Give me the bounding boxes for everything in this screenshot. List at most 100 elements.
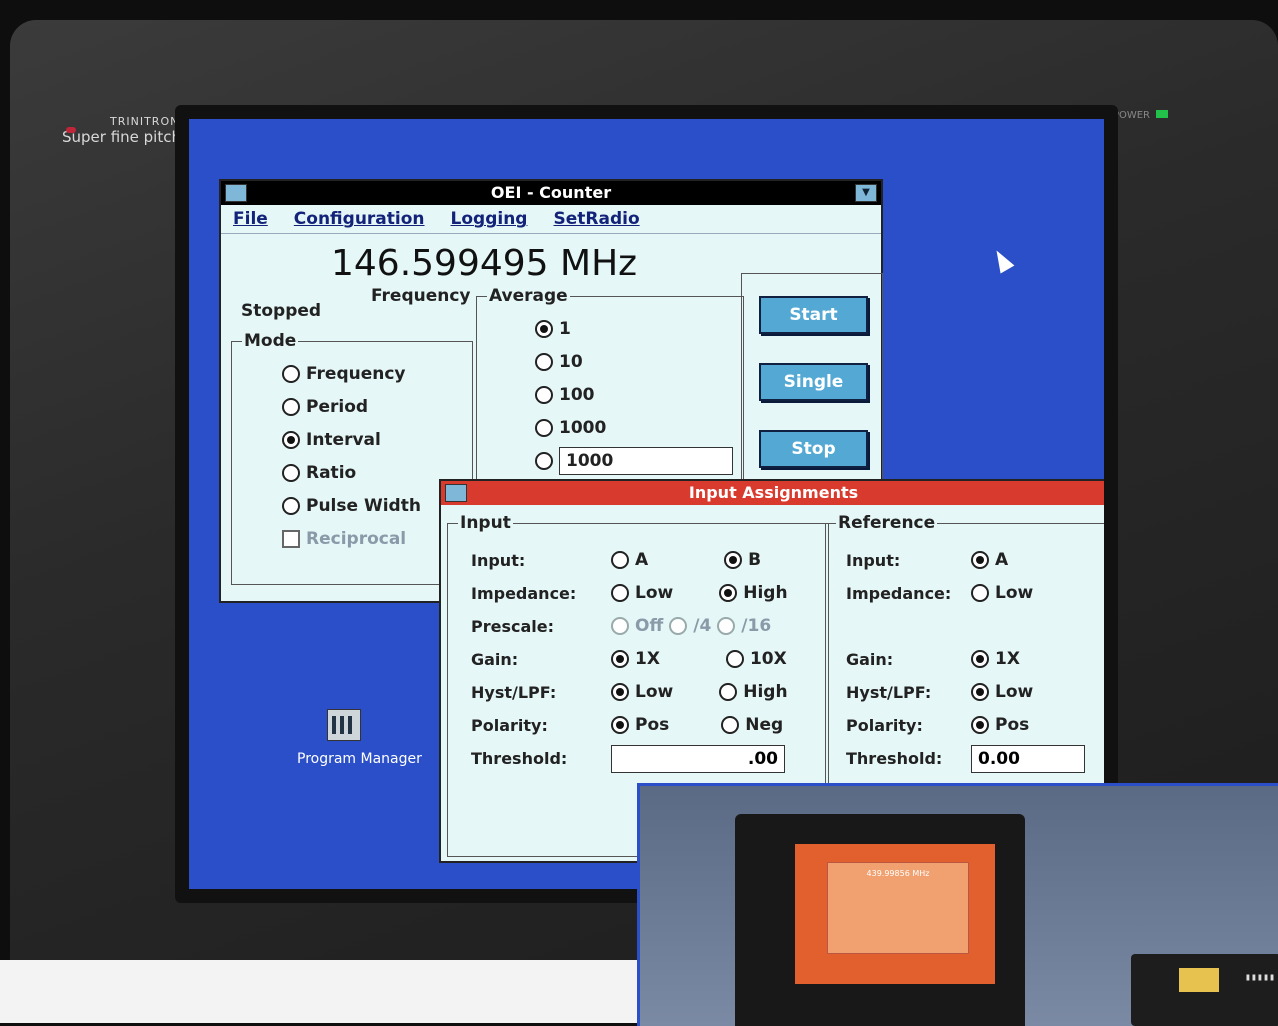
- mode-label: Interval: [306, 429, 381, 450]
- radio-icon[interactable]: [535, 418, 553, 437]
- option-label: Low: [995, 582, 1034, 603]
- average-group: Average 1 10 100 1000 1000: [476, 286, 744, 510]
- start-button[interactable]: Start: [759, 296, 868, 334]
- radio-selected-icon[interactable]: [971, 682, 989, 701]
- program-manager-label[interactable]: Program Manager: [297, 751, 422, 767]
- option-label: Off: [635, 615, 664, 636]
- reciprocal-checkbox[interactable]: Reciprocal: [282, 522, 462, 555]
- radio-icon[interactable]: [282, 496, 300, 515]
- radio-icon[interactable]: [725, 649, 744, 668]
- signal-meter-icon: [1179, 968, 1219, 992]
- ref-hyst-row: Low: [971, 675, 1085, 708]
- brand-logo-dot: [66, 127, 76, 133]
- radio-icon[interactable]: [611, 616, 629, 635]
- power-led-icon: [1156, 110, 1168, 118]
- mode-group: Mode Frequency Period Interval Ratio Pul…: [231, 331, 473, 585]
- radio-icon[interactable]: [535, 352, 553, 371]
- system-menu-icon[interactable]: [225, 184, 247, 202]
- mode-option-interval[interactable]: Interval: [282, 423, 462, 456]
- option-label: A: [995, 549, 1009, 570]
- mode-option-period[interactable]: Period: [282, 390, 462, 423]
- option-label: 1X: [995, 648, 1020, 669]
- input-threshold-field[interactable]: .00: [611, 745, 785, 773]
- average-custom-input[interactable]: 1000: [559, 446, 733, 475]
- transceiver-display-icon: ▮▮▮▮▮: [1244, 972, 1275, 983]
- input-options: A B Low High Off /4 /16 1X 10X Low High …: [611, 543, 788, 773]
- ref-gain-label: Gain:: [846, 650, 894, 669]
- mode-option-pulse-width[interactable]: Pulse Width: [282, 489, 462, 522]
- average-label: 1: [559, 318, 571, 339]
- reference-legend: Reference: [838, 513, 936, 533]
- ref-gain-row: 1X: [971, 642, 1085, 675]
- radio-icon[interactable]: [717, 616, 736, 635]
- radio-icon[interactable]: [535, 385, 553, 404]
- average-option-100[interactable]: 100: [535, 378, 733, 411]
- option-label: Low: [635, 681, 674, 702]
- radio-icon[interactable]: [669, 616, 688, 635]
- radio-icon[interactable]: [535, 451, 553, 470]
- menu-setradio[interactable]: SetRadio: [553, 209, 639, 229]
- mode-label: Ratio: [306, 462, 357, 483]
- option-label: Low: [635, 582, 674, 603]
- frequency-readout: 146.599495 MHz: [331, 243, 638, 284]
- ref-threshold-field[interactable]: 0.00: [971, 745, 1085, 773]
- ref-polarity-label: Polarity:: [846, 716, 923, 735]
- gain-label: Gain:: [471, 650, 519, 669]
- radio-icon[interactable]: [282, 397, 300, 416]
- brand-trinitron: TRINITRON: [110, 115, 180, 128]
- radio-icon[interactable]: [971, 583, 989, 602]
- menu-logging[interactable]: Logging: [451, 209, 528, 229]
- radio-selected-icon[interactable]: [282, 430, 300, 449]
- radio-icon[interactable]: [721, 715, 740, 734]
- option-label: High: [743, 681, 788, 702]
- single-button[interactable]: Single: [759, 363, 868, 401]
- radio-icon[interactable]: [611, 550, 629, 569]
- polarity-row: Pos Neg: [611, 708, 788, 741]
- ref-input-row: A: [971, 543, 1085, 576]
- checkbox-icon[interactable]: [282, 529, 300, 548]
- radio-icon[interactable]: [719, 682, 738, 701]
- mode-label: Period: [306, 396, 369, 417]
- radio-selected-icon[interactable]: [971, 649, 989, 668]
- option-label: B: [748, 549, 762, 570]
- radio-icon[interactable]: [611, 583, 629, 602]
- option-label: 10X: [749, 648, 787, 669]
- minimize-arrow-icon[interactable]: ▼: [855, 184, 877, 202]
- radio-selected-icon[interactable]: [611, 715, 629, 734]
- option-label: High: [743, 582, 788, 603]
- radio-selected-icon[interactable]: [719, 583, 738, 602]
- stop-button[interactable]: Stop: [759, 430, 868, 468]
- prescale-row: Off /4 /16: [611, 609, 788, 642]
- mini-counter-window: 439.99856 MHz: [827, 862, 969, 954]
- counter-menubar: File Configuration Logging SetRadio: [221, 205, 881, 234]
- radio-icon[interactable]: [282, 463, 300, 482]
- radio-selected-icon[interactable]: [971, 715, 989, 734]
- mode-option-frequency[interactable]: Frequency: [282, 357, 462, 390]
- radio-icon[interactable]: [282, 364, 300, 383]
- average-option-1[interactable]: 1: [535, 312, 733, 345]
- input-titlebar[interactable]: Input Assignments: [441, 481, 1104, 505]
- average-option-custom[interactable]: 1000: [535, 444, 733, 477]
- power-indicator: POWER: [1113, 110, 1168, 121]
- radio-selected-icon[interactable]: [971, 550, 989, 569]
- counter-titlebar[interactable]: OEI - Counter ▼: [221, 181, 881, 205]
- menu-configuration[interactable]: Configuration: [294, 209, 425, 229]
- radio-selected-icon[interactable]: [724, 550, 743, 569]
- gain-row: 1X 10X: [611, 642, 788, 675]
- average-label: 10: [559, 351, 583, 372]
- average-option-10[interactable]: 10: [535, 345, 733, 378]
- option-label: Neg: [745, 714, 784, 735]
- menu-file[interactable]: File: [233, 209, 268, 229]
- average-option-1000[interactable]: 1000: [535, 411, 733, 444]
- radio-selected-icon[interactable]: [611, 682, 629, 701]
- program-manager-icon[interactable]: [327, 709, 361, 741]
- mode-label: Pulse Width: [306, 495, 421, 516]
- mode-label: Frequency: [306, 363, 406, 384]
- system-menu-icon[interactable]: [445, 484, 467, 502]
- power-label: POWER: [1112, 110, 1150, 121]
- radio-selected-icon[interactable]: [535, 319, 553, 338]
- option-label: /4: [693, 615, 712, 636]
- inset-photo: 439.99856 MHz ▮▮▮▮▮: [637, 783, 1278, 1026]
- mode-option-ratio[interactable]: Ratio: [282, 456, 462, 489]
- radio-selected-icon[interactable]: [611, 649, 629, 668]
